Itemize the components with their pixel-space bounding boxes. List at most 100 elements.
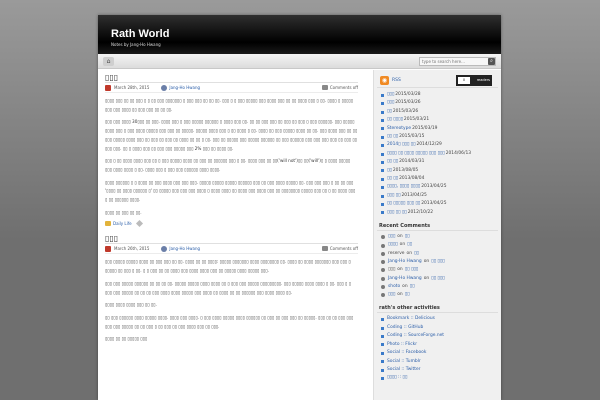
list-item[interactable]: ▯▯ 2015/03/26 xyxy=(377,108,498,116)
folder-icon xyxy=(105,221,111,227)
rss-link[interactable]: RSS xyxy=(392,78,401,83)
archive-date: 2013/04/25 xyxy=(401,192,427,198)
post-date: March 26th, 2015 xyxy=(114,246,150,252)
archive-title[interactable]: ▯▯▯ xyxy=(387,99,394,107)
comment-post[interactable]: ▯▯ xyxy=(410,283,415,291)
comment-author[interactable]: shoto xyxy=(388,283,400,291)
activity-link[interactable]: Social :: Facebook xyxy=(387,349,426,357)
archive-title[interactable]: ▯▯ ▯▯▯▯ xyxy=(387,116,403,124)
bullet-icon xyxy=(381,368,384,372)
rss-icon[interactable]: ◉ xyxy=(380,76,389,85)
list-item[interactable]: ▯▯▯ 2015/03/26 xyxy=(377,99,498,107)
archive-date: 2015/03/15 xyxy=(399,134,425,140)
category-link[interactable]: Daily Life xyxy=(113,221,132,226)
archive-title[interactable]: 2014▯ ▯▯▯ ▯▯ xyxy=(387,141,415,149)
site-title[interactable]: Rath World xyxy=(111,28,169,40)
comment-author[interactable]: ▯▯▯▯ xyxy=(388,241,398,249)
comment-post[interactable]: ▯▯ xyxy=(405,291,410,299)
archive-list: ▯▯▯ 2015/03/28 ▯▯▯ 2015/03/26 ▯▯ 2015/03/26… xyxy=(377,91,498,217)
list-item[interactable]: 2014▯ ▯▯▯ ▯▯ 2014/12/29 xyxy=(377,141,498,149)
post-paragraph: ▯▯▯ ▯ ▯▯ ▯▯▯▯ ▯▯▯▯ ▯▯▯ ▯▯ ▯ ▯▯▯ ▯▯▯▯▯ ▯▯… xyxy=(105,158,351,172)
readers-count: 0 xyxy=(458,77,470,84)
archive-title[interactable]: ▯▯▯▯, ▯▯▯▯ ▯▯▯▯ xyxy=(387,183,420,191)
comment-author[interactable]: ▯▯▯ xyxy=(388,291,395,299)
list-item[interactable]: ▯▯ ▯▯▯▯▯ ▯▯▯ ▯▯ 2013/04/25 xyxy=(377,200,498,208)
archive-title[interactable]: ▯▯ ▯▯ xyxy=(387,133,398,141)
comment-post[interactable]: ▯▯ xyxy=(414,250,419,258)
comment-author[interactable]: Jang-Ho Hwang xyxy=(388,275,422,283)
list-item[interactable]: ▯▯ ▯▯ 2014/03/31 xyxy=(377,158,498,166)
activity-link[interactable]: Coding :: GitHub xyxy=(387,324,423,332)
list-item[interactable]: ▯▯ ▯▯ 2013/08/04 xyxy=(377,175,498,183)
rss-row: ◉ RSS 0 readers xyxy=(377,74,498,88)
list-item[interactable]: ▯▯ 2013/08/05 xyxy=(377,167,498,175)
list-item[interactable]: ▯▯▯ ▯▯ 2013/04/25 xyxy=(377,192,498,200)
comment-post[interactable]: ▯▯ xyxy=(407,241,412,249)
comment-post[interactable]: ▯▯ ▯▯▯ xyxy=(431,258,444,266)
list-item[interactable]: Social :: Tumblr xyxy=(377,358,498,366)
post-paragraph: ▯▯▯ ▯▯▯▯▯ ▯▯▯▯▯ ▯▯▯▯ ▯▯ ▯▯▯ ▯▯▯ ▯▯ ▯▯. ▯… xyxy=(105,259,351,274)
archive-title[interactable]: ▯▯ ▯▯▯▯▯ ▯▯▯ ▯▯ xyxy=(387,200,420,208)
archive-title[interactable]: ▯▯▯▯ ▯▯ ▯▯▯▯ ▯▯▯▯▯ ▯▯▯ ▯▯▯ xyxy=(387,150,445,158)
activity-link[interactable]: Coding :: SourceForge.net xyxy=(387,332,444,340)
bullet-icon xyxy=(381,160,384,164)
archive-title[interactable]: ▯▯ ▯▯ xyxy=(387,175,398,183)
list-item[interactable]: Social :: Facebook xyxy=(377,349,498,357)
archive-date: 2015/03/26 xyxy=(395,100,421,106)
archive-title[interactable]: ▯▯ xyxy=(387,108,392,116)
bullet-icon xyxy=(381,144,384,148)
archive-title[interactable]: ▯▯▯ ▯▯ xyxy=(387,192,400,200)
calendar-icon xyxy=(105,245,111,252)
list-item[interactable]: Stereotype 2015/03/19 xyxy=(377,125,498,133)
list-item[interactable]: ▯▯▯ 2015/03/28 xyxy=(377,91,498,99)
bullet-icon xyxy=(381,169,384,173)
list-item[interactable]: Coding :: SourceForge.net xyxy=(377,332,498,340)
comment-post[interactable]: ▯▯ xyxy=(405,233,410,241)
list-item[interactable]: Social :: Twitter xyxy=(377,366,498,374)
comment-on: on xyxy=(406,250,412,256)
post-author[interactable]: Jang-Ho Hwang xyxy=(169,85,200,90)
list-item[interactable]: Bookmark :: Delicious xyxy=(377,315,498,323)
post-title[interactable]: ▯▯▯ xyxy=(105,73,358,83)
list-item[interactable]: ▯▯ ▯▯ 2015/03/15 xyxy=(377,133,498,141)
activity-link[interactable]: Bookmark :: Delicious xyxy=(387,315,435,323)
search-icon[interactable]: ⌕ xyxy=(488,58,495,65)
comment-author[interactable]: ▯▯▯ xyxy=(388,233,395,241)
list-item[interactable]: ▯▯▯▯, ▯▯▯▯ ▯▯▯▯ 2013/04/25 xyxy=(377,183,498,191)
home-icon[interactable]: ⌂ xyxy=(103,57,114,66)
archive-title[interactable]: ▯▯▯ ▯▯ ▯▯ xyxy=(387,209,407,217)
archive-title[interactable]: ▯▯ ▯▯ xyxy=(387,158,398,166)
archive-title[interactable]: Stereotype xyxy=(387,125,411,133)
comment-post[interactable]: ▯▯ ▯▯▯ xyxy=(405,266,418,274)
list-item[interactable]: ▯▯▯▯ ▯▯ ▯▯▯▯ ▯▯▯▯▯ ▯▯▯ ▯▯▯ 2014/06/13 xyxy=(377,150,498,158)
readers-badge[interactable]: 0 readers xyxy=(456,75,492,86)
archive-title[interactable]: ▯▯ xyxy=(387,167,392,175)
bullet-icon xyxy=(381,186,384,190)
archive-title[interactable]: ▯▯▯ xyxy=(387,91,394,99)
calendar-icon xyxy=(105,84,111,91)
post-title[interactable]: ▯▯▯ xyxy=(105,234,358,245)
list-item[interactable]: Coding :: GitHub xyxy=(377,324,498,332)
activity-link[interactable]: ▯▯▯▯ :: ▯▯ xyxy=(387,374,407,382)
list-item[interactable]: ▯▯▯ ▯▯ ▯▯ 2012/10/22 xyxy=(377,209,498,217)
user-icon xyxy=(161,245,168,252)
bullet-icon xyxy=(381,177,384,181)
comment-author[interactable]: Jang-Ho Hwang xyxy=(388,258,422,266)
bullet-icon xyxy=(381,127,384,131)
bullet-icon xyxy=(381,351,384,355)
recent-comments-list: ▯▯▯ on ▯▯ ▯▯▯▯ on ▯▯ reserve on ▯▯ Jang-Ho Hwa… xyxy=(377,233,498,299)
comment-post[interactable]: ▯▯ ▯▯▯ xyxy=(431,275,444,283)
archive-date: 2013/04/25 xyxy=(421,201,447,207)
bullet-icon xyxy=(381,118,384,122)
bullet-icon xyxy=(381,334,384,338)
activity-link[interactable]: Photo :: Flickr xyxy=(387,341,417,349)
archive-date: 2014/03/31 xyxy=(399,159,425,165)
activity-link[interactable]: Social :: Twitter xyxy=(387,366,420,374)
comment-on: on xyxy=(423,258,430,264)
list-item[interactable]: Photo :: Flickr xyxy=(377,341,498,349)
list-item[interactable]: ▯▯ ▯▯▯▯ 2015/03/21 xyxy=(377,116,498,124)
activity-link[interactable]: Social :: Tumblr xyxy=(387,358,421,366)
post-author[interactable]: Jang-Ho Hwang xyxy=(169,246,200,251)
search-input[interactable] xyxy=(419,57,496,66)
list-item[interactable]: ▯▯▯▯ :: ▯▯ xyxy=(377,374,498,382)
